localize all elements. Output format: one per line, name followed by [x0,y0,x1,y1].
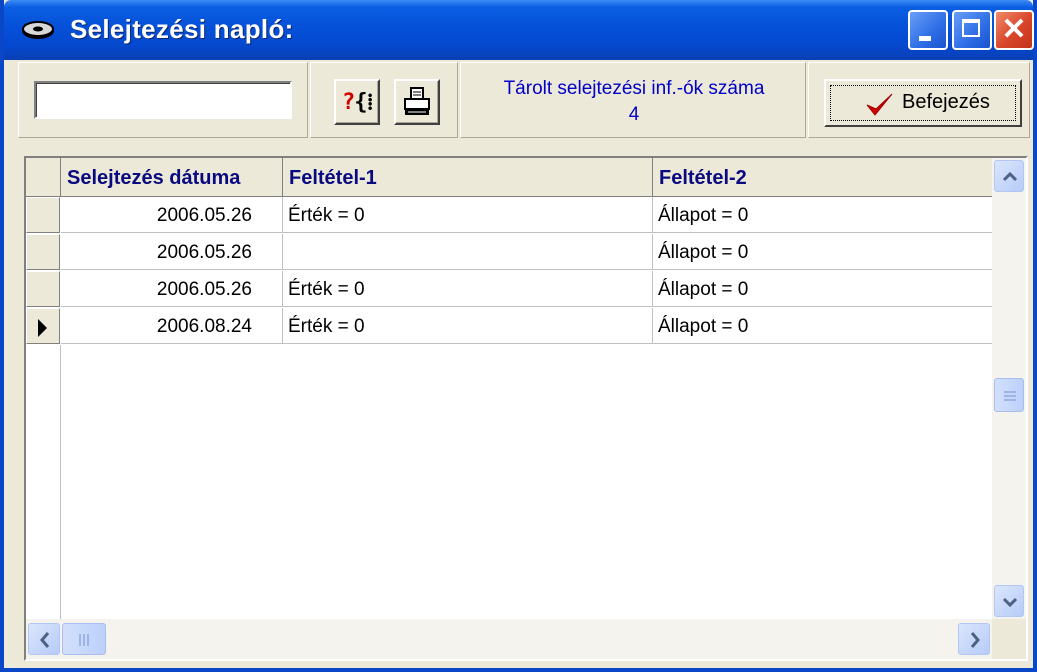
window-title: Selejtezési napló: [70,14,294,44]
scroll-right-button[interactable] [958,623,990,655]
row-header-empty [26,345,61,619]
finish-button[interactable]: Befejezés [824,79,1022,127]
chevron-down-icon [1002,597,1018,608]
cell-condition-1[interactable]: Érték = 0 [283,197,653,233]
scroll-up-button[interactable] [994,160,1024,192]
checkmark-icon [866,93,893,116]
close-icon: ✕ [1001,13,1027,46]
record-count-label: Tárolt selejtezési inf.-ók száma [503,78,765,99]
record-count-value: 4 [628,104,640,125]
maximize-button[interactable] [952,10,992,50]
column-header-date[interactable]: Selejtezés dátuma [61,158,283,197]
row-header-corner [26,158,61,197]
cell-date[interactable]: 2006.05.26 [61,197,283,233]
table-row[interactable]: 2006.08.24 Érték = 0 Állapot = 0 [26,308,992,345]
scroll-left-button[interactable] [28,623,60,655]
cell-condition-2[interactable]: Állapot = 0 [653,308,992,344]
title-bar[interactable]: Selejtezési napló: ✕ [4,0,1034,60]
cell-condition-2[interactable]: Állapot = 0 [653,234,992,270]
row-selector-current[interactable] [26,308,60,344]
vertical-scrollbar[interactable] [992,158,1026,619]
cell-condition-2[interactable]: Állapot = 0 [653,197,992,233]
table-row[interactable]: 2006.05.26 Érték = 0 Állapot = 0 [26,271,992,308]
current-row-arrow-icon [38,319,47,337]
column-header-condition-1[interactable]: Feltétel-1 [283,158,653,197]
table-row[interactable]: 2006.05.26 Állapot = 0 [26,234,992,271]
row-selector[interactable] [26,197,60,233]
chevron-right-icon [970,632,980,648]
data-grid[interactable]: Selejtezés dátuma Feltétel-1 Feltétel-2 … [26,158,992,619]
chevron-left-icon [40,632,50,648]
row-selector[interactable] [26,234,60,270]
print-button[interactable] [394,79,440,125]
cell-condition-1[interactable] [283,234,653,270]
window-frame: Selejtezési napló: ✕ ?{⁞ Tárolt selejtez… [0,0,1037,672]
cell-date[interactable]: 2006.05.26 [61,234,283,270]
cell-condition-2[interactable]: Állapot = 0 [653,271,992,307]
scroll-down-button[interactable] [994,585,1024,617]
cell-date[interactable]: 2006.08.24 [61,308,283,344]
printer-icon [404,87,430,115]
column-header-condition-2[interactable]: Feltétel-2 [653,158,992,197]
cell-condition-1[interactable]: Érték = 0 [283,271,653,307]
minimize-button[interactable] [908,10,948,50]
row-selector[interactable] [26,271,60,307]
close-button[interactable]: ✕ [994,10,1034,50]
grip-icon [1004,391,1016,401]
record-count-panel: Tárolt selejtezési inf.-ók száma 4 [474,76,794,128]
cell-condition-1[interactable]: Érték = 0 [283,308,653,344]
minimize-icon [919,36,931,41]
help-button[interactable]: ?{⁞ [334,79,380,125]
scrollbar-corner [992,619,1026,659]
horizontal-scroll-thumb[interactable] [62,623,106,655]
horizontal-scrollbar[interactable] [26,619,992,659]
help-icon: ?{⁞ [342,90,374,115]
finish-button-label: Befejezés [902,91,990,113]
search-input[interactable] [34,81,292,119]
cell-date[interactable]: 2006.05.26 [61,271,283,307]
chevron-up-icon [1002,171,1018,182]
disk-icon [22,21,54,39]
vertical-scroll-thumb[interactable] [994,378,1024,412]
table-row[interactable]: 2006.05.26 Érték = 0 Állapot = 0 [26,197,992,234]
maximize-icon [962,19,980,37]
grip-icon [79,634,89,646]
